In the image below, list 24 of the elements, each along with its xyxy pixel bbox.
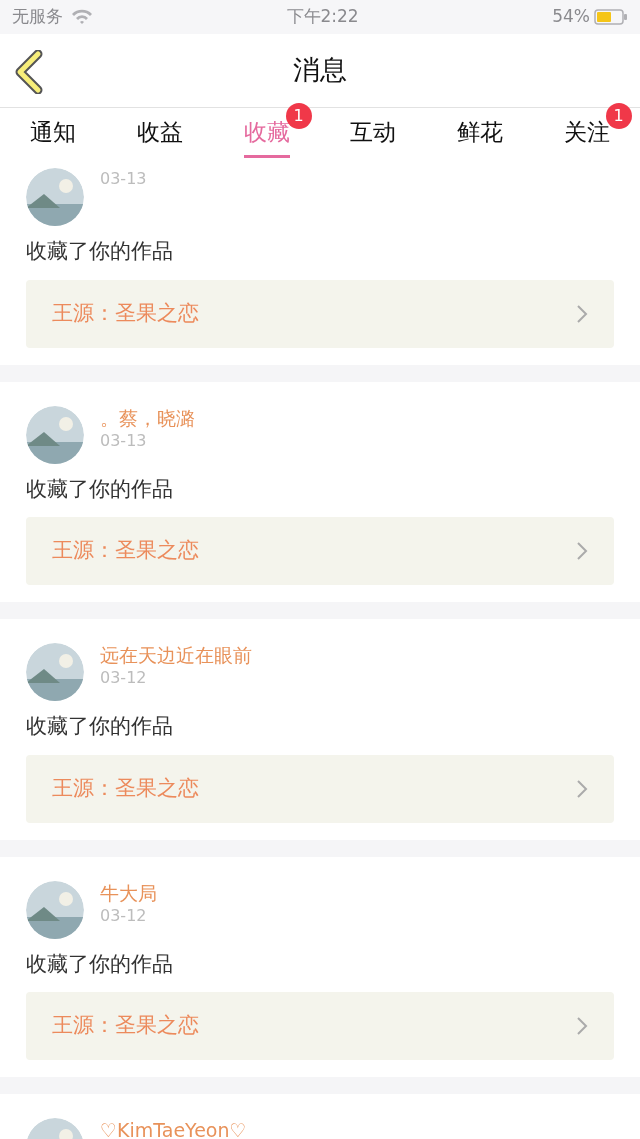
tab[interactable]: 鲜花 xyxy=(456,110,503,158)
message-text: 收藏了你的作品 xyxy=(26,238,174,265)
message-date: 03-13 xyxy=(100,429,148,452)
user-name[interactable]: 远在天边近在眼前 xyxy=(100,643,252,667)
message-date: 03-13 xyxy=(100,168,147,190)
tab[interactable]: 收益 xyxy=(137,110,183,158)
tab[interactable]: 通知 xyxy=(30,110,77,158)
user-name[interactable]: 。蔡，晓潞 xyxy=(100,405,195,430)
battery-text: 54% xyxy=(552,5,590,29)
message-date: 03-12 xyxy=(100,667,148,689)
message-date: 03-12 xyxy=(100,904,148,927)
carrier-text: 无服务 xyxy=(12,5,63,29)
message-text: 收藏了你的作品 xyxy=(26,475,174,503)
message-text: 收藏了你的作品 xyxy=(26,950,174,978)
work-link[interactable]: 王源：圣果之恋 xyxy=(26,279,614,348)
user-name[interactable]: 牛大局 xyxy=(100,880,157,905)
work-link[interactable]: 王源：圣果之恋 xyxy=(26,517,614,585)
work-link[interactable]: 王源：圣果之恋 xyxy=(26,992,614,1060)
message-text: 收藏了你的作品 xyxy=(26,713,174,740)
clock-text: 下午2:22 xyxy=(286,5,359,29)
user-name[interactable]: ♡KimTaeYeon♡ xyxy=(100,1118,247,1139)
work-link[interactable]: 王源：圣果之恋 xyxy=(26,754,614,823)
tab[interactable]: 互动 xyxy=(350,110,397,158)
page-title: 消息 xyxy=(293,53,347,88)
